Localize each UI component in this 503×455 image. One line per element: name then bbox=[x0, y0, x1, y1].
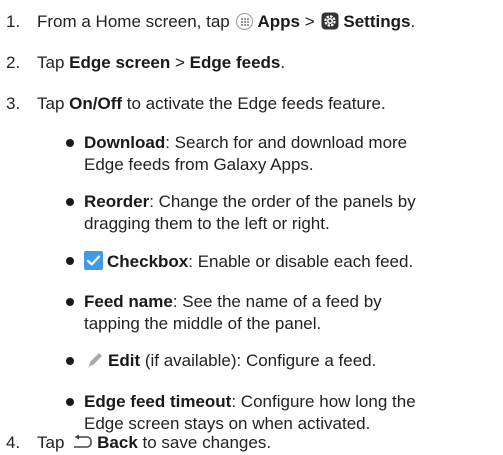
onoff-label: On/Off bbox=[69, 94, 123, 113]
apps-label: Apps bbox=[257, 12, 300, 31]
step-number: 3. bbox=[6, 94, 21, 113]
edge-screen-label: Edge screen bbox=[69, 53, 171, 72]
bullet-dot bbox=[66, 198, 74, 206]
pencil-icon bbox=[88, 353, 102, 368]
settings-label: Settings bbox=[343, 12, 411, 31]
edge-feeds-label: Edge feeds bbox=[189, 53, 281, 72]
step-number: 4. bbox=[6, 433, 21, 452]
step-number: 2. bbox=[6, 53, 21, 72]
settings-gear-icon bbox=[321, 12, 339, 30]
back-label: Back bbox=[97, 433, 138, 452]
back-arrow-icon bbox=[74, 434, 92, 448]
bullet-dot bbox=[66, 257, 74, 265]
bullet-dot bbox=[66, 398, 74, 406]
bullet-dot bbox=[66, 139, 74, 147]
separator: > bbox=[304, 12, 315, 31]
step-number: 1. bbox=[6, 12, 21, 31]
checkbox-checked-icon bbox=[84, 251, 103, 270]
step-text: From a Home screen, tap bbox=[37, 12, 230, 31]
bullet-dot bbox=[66, 298, 74, 306]
apps-icon bbox=[236, 13, 254, 30]
bullet-dot bbox=[66, 357, 74, 365]
